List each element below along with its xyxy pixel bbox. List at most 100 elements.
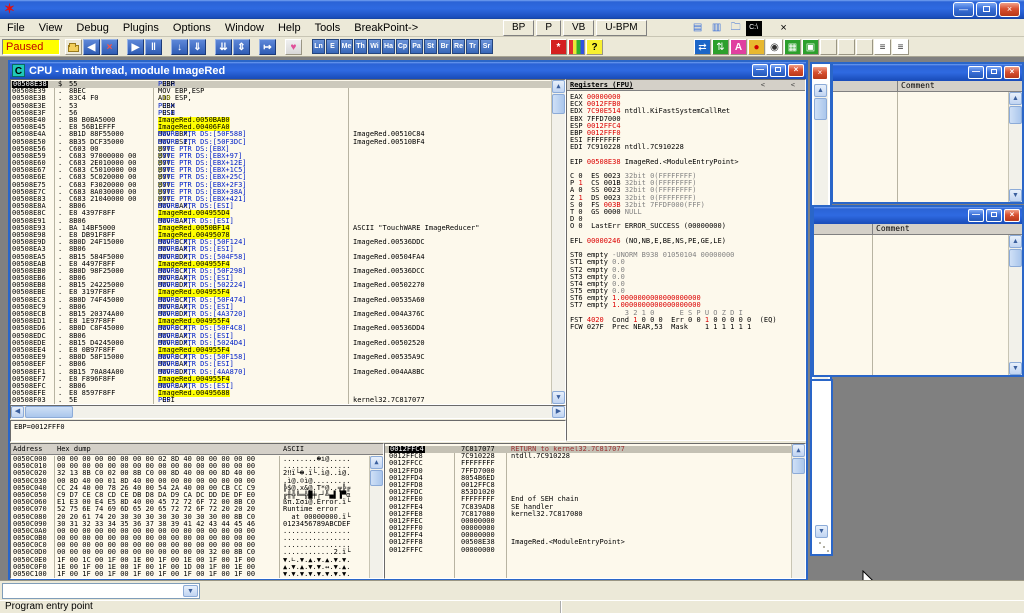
disasm-row[interactable]: 00508E83.C683 21040000 00MOV BYTE PTR DS… [11, 196, 551, 203]
disasm-row[interactable]: 00508ED6.8B0D C8F45000MOV ECX,DWORD PTR … [11, 325, 551, 332]
dump-header[interactable]: Address Hex dump ASCII [11, 444, 383, 455]
assemble-a-icon[interactable]: A [730, 39, 747, 55]
close-button[interactable]: × [788, 64, 804, 77]
scroll-down-button[interactable]: ▼ [1009, 362, 1022, 375]
animate-into-button[interactable]: ⇊ [215, 39, 232, 55]
menu-item-view[interactable]: View [32, 21, 70, 35]
spiral-icon[interactable]: ◉ [766, 39, 783, 55]
registers-pane[interactable]: Registers (FPU) < < EAX 00000000ECX 0012… [566, 79, 806, 441]
info-pane[interactable]: EBP=0012FFF0 [10, 420, 566, 442]
maximize-button[interactable] [986, 209, 1002, 222]
view-button-cp[interactable]: Cp [396, 39, 409, 54]
minimize-button[interactable]: — [968, 209, 984, 222]
minimize-button[interactable]: — [953, 2, 974, 17]
stack-row[interactable]: 0012FFC47C817077RETURN to kernel32.7C817… [385, 446, 791, 453]
command-combobox[interactable]: ▼ [2, 583, 200, 599]
dump-row[interactable]: 0050C1001F 00 1F 00 1F 00 1F 00 1F 00 1F… [11, 571, 369, 578]
register-line[interactable]: FCW 027F Prec NEAR,53 Mask 1 1 1 1 1 1 [567, 324, 805, 331]
blank-button-3[interactable] [856, 39, 873, 55]
scroll-thumb[interactable] [25, 406, 73, 418]
close-button[interactable]: × [1004, 209, 1020, 222]
menu-item-help[interactable]: Help [271, 21, 308, 35]
list-button-2[interactable]: ≡ [892, 39, 909, 55]
register-line[interactable]: O 0 LastErr ERROR_SUCCESS (00000000) [567, 223, 805, 230]
window-titlebar[interactable]: — × [833, 64, 1022, 81]
numpad-icon[interactable]: ▦ [784, 39, 801, 55]
scroll-thumb[interactable] [552, 94, 565, 114]
scroll-up-button[interactable]: ▲ [552, 80, 565, 93]
disasm-row[interactable]: 00508EB0.8B0D 98F25000MOV ECX,DWORD PTR … [11, 268, 551, 275]
console-icon[interactable]: C:\ [746, 21, 762, 36]
disasm-row[interactable]: 00508EE9.8B0D 58F15000MOV ECX,DWORD PTR … [11, 354, 551, 361]
combobox-dropdown-icon[interactable]: ▼ [183, 585, 198, 597]
close-button[interactable]: × [999, 2, 1020, 17]
scroll-up-button[interactable]: ▲ [814, 84, 827, 97]
close-program-button[interactable]: × [101, 39, 118, 55]
view-button-ln[interactable]: Ln [312, 39, 325, 54]
scroll-thumb[interactable] [814, 98, 827, 120]
folder-icon[interactable]: 🗀 [727, 21, 745, 36]
plugin-button-u-bpm[interactable]: U-BPM [596, 20, 646, 36]
plugin-bar-close-button[interactable]: × [775, 21, 793, 36]
minimize-button[interactable]: — [752, 64, 768, 77]
stack-pane[interactable]: 0012FFC47C817077RETURN to kernel32.7C817… [384, 443, 806, 579]
disasm-row[interactable]: 00508EFE.E8 8597F8FFCALL ImageRed.004956… [11, 390, 551, 397]
scroll-up-button[interactable]: ▲ [370, 456, 383, 469]
stack-row[interactable]: 0012FFD80012FFC8 [385, 482, 791, 489]
view-button-me[interactable]: Me [340, 39, 353, 54]
stack-row[interactable]: 0012FFCCFFFFFFFF [385, 460, 791, 467]
view-button-br[interactable]: Br [438, 39, 451, 54]
scroll-up-button[interactable]: ▲ [1009, 92, 1022, 105]
register-line[interactable]: EDI 7C910228 ntdll.7C910228 [567, 144, 805, 151]
scroll-thumb[interactable] [1009, 106, 1022, 124]
view-button-st[interactable]: St [424, 39, 437, 54]
record-icon[interactable]: ● [748, 39, 765, 55]
list-button-1[interactable]: ≡ [874, 39, 891, 55]
minimize-button[interactable]: — [968, 66, 984, 79]
plugin-button-p[interactable]: P [536, 20, 561, 36]
plugin-button-bp[interactable]: BP [503, 20, 534, 36]
scroll-right-button[interactable]: ▶ [552, 406, 565, 418]
maximize-button[interactable] [986, 66, 1002, 79]
disasm-row[interactable]: 00508EF7.E8 F896F8FFCALL ImageRed.004955… [11, 376, 551, 383]
view-button-ha[interactable]: Ha [382, 39, 395, 54]
scroll-down-button[interactable]: ▼ [1009, 189, 1022, 202]
comment-list[interactable] [833, 92, 1008, 202]
stack-row[interactable]: 0012FFD07FFD7000 [385, 468, 791, 475]
notes-icon[interactable]: ▤ [689, 21, 707, 36]
scroll-thumb[interactable] [1009, 249, 1022, 267]
disasm-row[interactable]: 00508E9D.8B0D 24F15000MOV ECX,DWORD PTR … [11, 239, 551, 246]
stack-row[interactable]: 0012FFC87C910228ntdll.7C910228 [385, 453, 791, 460]
scroll-thumb[interactable] [792, 458, 805, 474]
plugin-button-vb[interactable]: VB [563, 20, 594, 36]
dump-pane[interactable]: Address Hex dump ASCII 0050C00000 00 00 … [10, 443, 384, 579]
run-button[interactable]: ▶ [127, 39, 144, 55]
stack-row[interactable]: 0012FFE87C817080kernel32.7C817080 [385, 511, 791, 518]
menu-item-plugins[interactable]: Plugins [116, 21, 166, 35]
appearance-icon[interactable] [568, 39, 585, 55]
column-header[interactable]: Comment [814, 224, 1022, 235]
step-into-button[interactable]: ↓ [171, 39, 188, 55]
disasm-row[interactable]: 00508F03.5EPOP ESIkernel32.7C817077 [11, 397, 551, 404]
scroll-thumb[interactable] [370, 470, 383, 486]
scroll-down-button[interactable]: ▼ [552, 391, 565, 404]
view-button-tr[interactable]: Tr [466, 39, 479, 54]
scroll-left-button[interactable]: ◀ [11, 406, 24, 418]
close-button[interactable]: × [1004, 66, 1020, 79]
swap-icon[interactable]: ⇄ [694, 39, 711, 55]
view-button-pa[interactable]: Pa [410, 39, 423, 54]
disassembly-pane[interactable]: 00508E38$55PUSH EBP00508E39.8BECMOV EBP,… [10, 79, 566, 405]
go-to-button[interactable]: ♥ [285, 39, 302, 55]
disasm-row[interactable]: 00508E3B.83C4 F0ADD ESP,-10 [11, 95, 551, 102]
help-icon[interactable]: ? [586, 39, 603, 55]
disasm-row[interactable]: 00508E38$55PUSH EBP [11, 81, 551, 88]
disassembly-vertical-scrollbar[interactable]: ▲ ▼ [551, 80, 565, 404]
options-gear-icon[interactable]: * [550, 39, 567, 55]
register-line[interactable]: EFL 00000246 (NO,NB,E,BE,NS,PE,GE,LE) [567, 238, 805, 245]
book-icon[interactable]: ▥ [708, 21, 726, 36]
resize-grip[interactable] [818, 541, 829, 552]
updown-icon[interactable]: ⇅ [712, 39, 729, 55]
scroll-up-button[interactable]: ▲ [1009, 235, 1022, 248]
stack-row[interactable]: 0012FFFC00000000 [385, 547, 791, 554]
cpu-titlebar[interactable]: C CPU - main thread, module ImageRed — × [10, 62, 806, 79]
